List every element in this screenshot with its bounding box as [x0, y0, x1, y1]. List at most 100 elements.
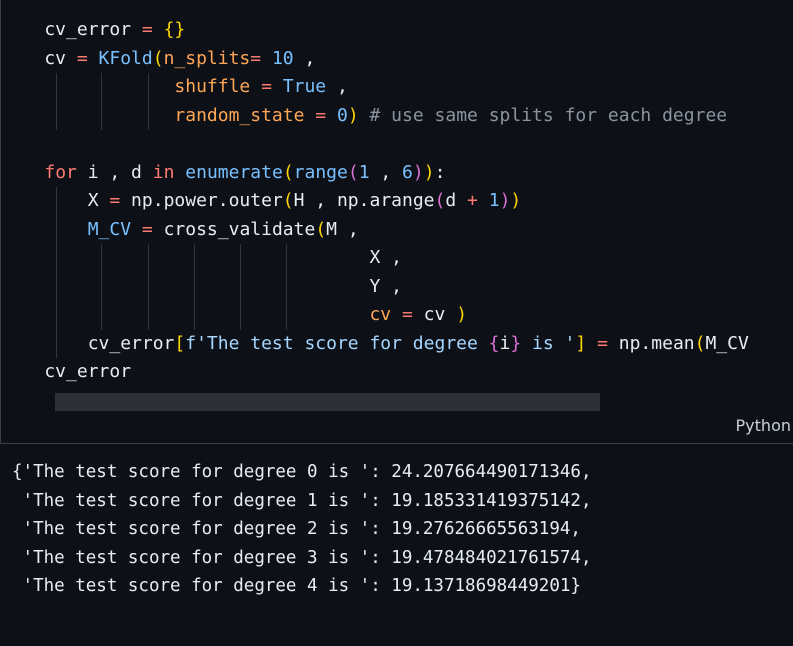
indent-guide	[148, 272, 149, 301]
code-token: True	[282, 76, 327, 97]
code-token: (	[152, 47, 164, 69]
indent-guide	[148, 301, 149, 330]
code-token: X ,	[1, 247, 402, 268]
indent-guide	[286, 244, 287, 273]
cell-language-label[interactable]: Python	[736, 416, 791, 435]
indent-guide	[101, 301, 102, 330]
horizontal-scrollbar[interactable]	[55, 393, 600, 411]
indent-guide	[56, 73, 57, 102]
code-token: =	[250, 47, 262, 69]
code-token: )	[499, 190, 511, 211]
code-token: 0	[336, 104, 348, 126]
code-token: 1	[488, 190, 500, 211]
code-token: [	[174, 332, 186, 354]
code-token: {}	[163, 19, 186, 40]
code-token: cv	[369, 304, 392, 325]
code-token: 1	[358, 161, 370, 183]
cell-output-divider	[0, 443, 793, 444]
code-line: X = np.power.outer(H , np.arange(d + 1))	[1, 187, 749, 216]
indent-guide	[101, 73, 102, 102]
code-token: )	[412, 161, 424, 183]
code-cell[interactable]: cv_error = {} cv = KFold(n_splits= 10 , …	[0, 0, 793, 444]
code-token: =	[315, 104, 327, 126]
indent-guide	[286, 272, 287, 301]
code-line: X ,	[1, 244, 749, 273]
code-token: )	[456, 304, 468, 325]
indent-guide	[194, 244, 195, 273]
code-token: i	[499, 332, 511, 354]
indent-guide	[56, 244, 57, 273]
output-line: 'The test score for degree 1 is ': 19.18…	[12, 490, 592, 511]
code-token: (	[282, 190, 294, 211]
code-token: )	[510, 190, 522, 211]
code-token: =	[402, 304, 413, 325]
indent-guide	[194, 272, 195, 301]
code-token: cv	[412, 304, 457, 325]
code-token: shuffle	[174, 76, 251, 97]
code-token: range	[293, 161, 348, 183]
code-line: cv = cv )	[1, 301, 749, 330]
code-line: cv_error = {}	[1, 16, 749, 45]
code-token: ]	[575, 332, 587, 354]
indent-guide	[286, 301, 287, 330]
code-token: M_CV	[705, 332, 749, 354]
code-token: =	[109, 190, 121, 211]
code-token: n_splits	[163, 47, 251, 69]
code-line: Y ,	[1, 272, 749, 301]
code-line: cv_error	[1, 358, 749, 387]
code-token: +	[467, 190, 478, 211]
code-token: M ,	[326, 218, 359, 240]
cell-output: {'The test score for degree 0 is ': 24.2…	[12, 458, 591, 601]
indent-guide	[240, 301, 241, 330]
output-line: 'The test score for degree 2 is ': 19.27…	[12, 519, 581, 539]
code-token: (	[347, 161, 359, 183]
code-token: KFold	[98, 47, 153, 69]
code-token: M_CV	[87, 218, 132, 240]
output-line: {'The test score for degree 0 is ': 24.2…	[12, 462, 592, 482]
code-token: cv_error	[1, 332, 175, 354]
code-token: ,	[326, 76, 348, 97]
code-token: )	[423, 161, 435, 183]
indent-guide	[101, 101, 102, 130]
code-token: ,	[293, 47, 316, 69]
code-token: (	[694, 332, 706, 354]
code-editor[interactable]: cv_error = {} cv = KFold(n_splits= 10 , …	[1, 16, 749, 387]
code-token: :	[434, 161, 446, 183]
indent-guide	[56, 272, 57, 301]
code-token: (	[282, 161, 294, 183]
code-token: cv	[1, 47, 77, 69]
code-token: cv_error	[1, 361, 132, 382]
indent-guide	[56, 215, 57, 244]
code-token: # use same splits for each degree	[369, 104, 728, 126]
code-line: cv_error[f'The test score for degree {i}…	[1, 329, 749, 358]
indent-guide	[56, 329, 57, 358]
code-token: cross_validate	[152, 218, 316, 240]
code-token: np.power.outer	[120, 190, 283, 211]
code-token: for	[44, 161, 77, 183]
code-token: in	[152, 161, 175, 183]
code-token: Y ,	[1, 275, 402, 297]
code-token: (	[315, 218, 327, 240]
code-token: (	[434, 190, 446, 211]
output-line: 'The test score for degree 4 is ': 19.13…	[12, 576, 581, 596]
code-token: d	[445, 190, 468, 211]
code-token: }	[510, 332, 522, 354]
code-token: cv_error	[1, 19, 142, 40]
code-line: shuffle = True ,	[1, 73, 749, 102]
code-line: cv = KFold(n_splits= 10 ,	[1, 45, 749, 74]
code-token: ,	[369, 161, 403, 183]
code-token: 6	[402, 161, 413, 183]
